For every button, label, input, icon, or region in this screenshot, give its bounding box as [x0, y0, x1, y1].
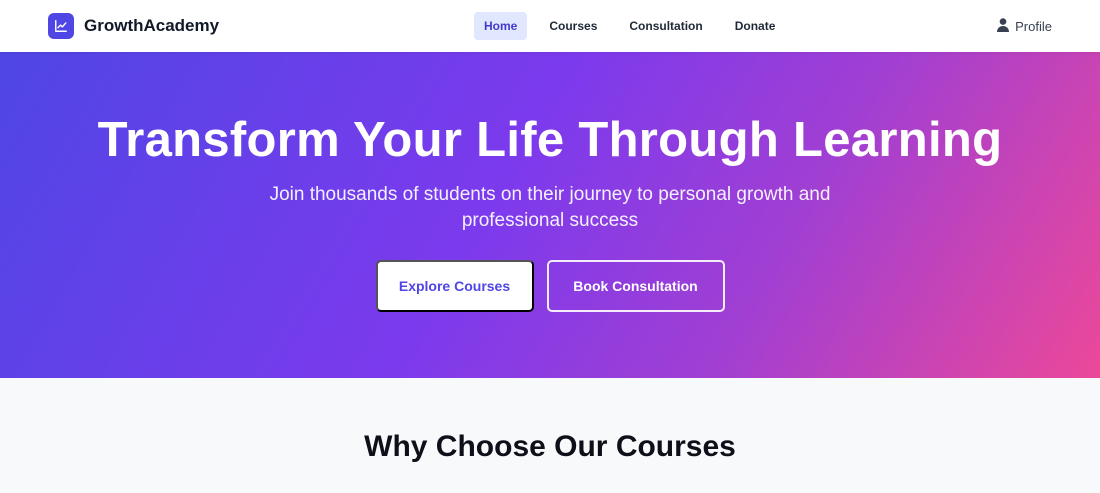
why-choose-section: Why Choose Our Courses — [0, 378, 1100, 464]
section-title: Why Choose Our Courses — [364, 430, 736, 463]
nav-home[interactable]: Home — [474, 12, 528, 40]
hero-section: Transform Your Life Through Learning Joi… — [0, 52, 1100, 378]
explore-courses-button[interactable]: Explore Courses — [375, 259, 534, 312]
top-navbar: GrowthAcademy Home Courses Consultation … — [0, 0, 1100, 52]
hero-subtitle: Join thousands of students on their jour… — [269, 183, 831, 231]
hero-buttons: Explore Courses Book Consultation — [375, 259, 725, 312]
brand[interactable]: GrowthAcademy — [48, 13, 219, 39]
user-icon — [997, 17, 1010, 35]
nav-donate[interactable]: Donate — [725, 12, 786, 40]
profile-label: Profile — [1015, 18, 1052, 34]
nav-consultation[interactable]: Consultation — [619, 12, 712, 40]
profile-link[interactable]: Profile — [997, 17, 1052, 35]
hero-title: Transform Your Life Through Learning — [97, 113, 1003, 167]
nav-courses[interactable]: Courses — [539, 12, 607, 40]
main-nav: Home Courses Consultation Donate — [474, 12, 797, 40]
chart-line-icon — [48, 13, 74, 39]
brand-name: GrowthAcademy — [84, 16, 220, 35]
book-consultation-button[interactable]: Book Consultation — [546, 259, 725, 312]
